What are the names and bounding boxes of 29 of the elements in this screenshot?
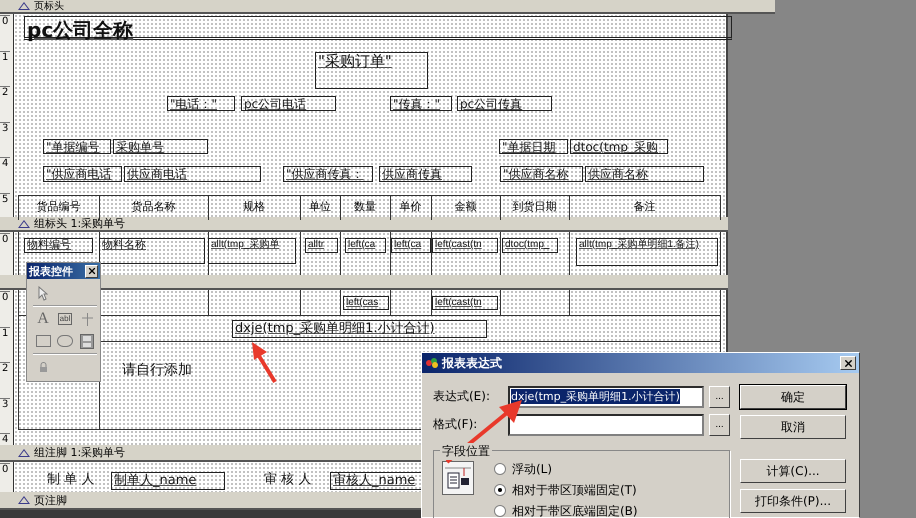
column-header: 备注 [632, 199, 656, 215]
ruler-number: 3 [0, 122, 10, 157]
radio-label: 浮动(L) [512, 460, 552, 478]
column-header: 规格 [242, 199, 266, 215]
column-header: 货品名称 [130, 199, 176, 215]
column-header: 数量 [353, 199, 377, 215]
column-header: 金额 [454, 199, 478, 215]
ruler-number: 4 [0, 157, 10, 192]
ruler-number: 0 [0, 15, 10, 50]
ruler-number: 3 [0, 398, 10, 433]
column-header: 货品编号 [36, 199, 82, 215]
ruler-number: 1 [0, 326, 10, 362]
ruler-number: 0 [0, 233, 10, 268]
ruler-number: 0 [0, 291, 10, 326]
ruler-number: 2 [0, 362, 10, 398]
column-header: 到货日期 [512, 199, 558, 215]
field-label: 表达式(E): [433, 388, 491, 405]
column-header: 单价 [398, 199, 422, 215]
ruler-number: 2 [0, 86, 10, 122]
band-label: 页注脚 [34, 494, 67, 506]
band-label: 页标头 [34, 0, 64, 12]
band-label: 组标头 1:采购单号 [34, 218, 126, 229]
field-label: 格式(F): [433, 416, 478, 433]
group-legend: 字段位置 [440, 443, 492, 460]
toolbox-title: 报表控件 [29, 264, 73, 278]
ruler-number: 1 [0, 50, 10, 86]
band-label: 组注脚 1:采购单号 [34, 447, 126, 458]
dialog-title: 报表表达式 [442, 354, 503, 372]
column-header: 单位 [308, 199, 332, 215]
